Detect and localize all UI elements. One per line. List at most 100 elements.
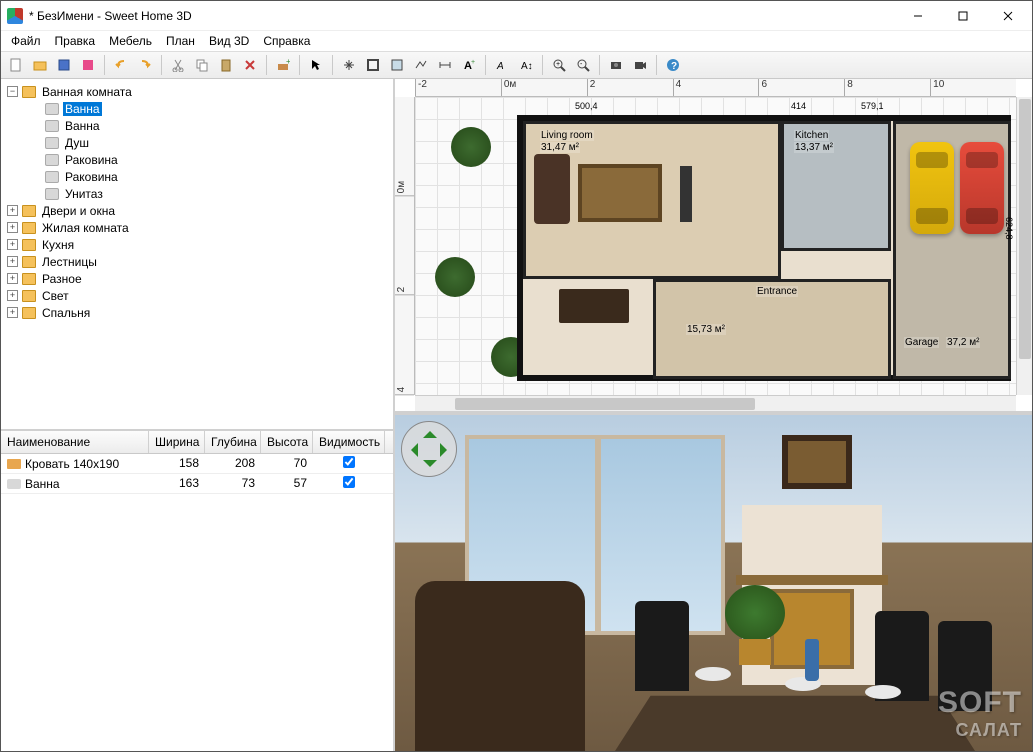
create-dimension-icon[interactable]: [434, 54, 456, 76]
tv-icon[interactable]: [680, 166, 692, 222]
expand-icon[interactable]: +: [7, 256, 18, 267]
new-file-icon[interactable]: [5, 54, 27, 76]
copy-icon[interactable]: [191, 54, 213, 76]
scroll-thumb[interactable]: [1019, 99, 1031, 359]
zoom-in-icon[interactable]: +: [548, 54, 570, 76]
car-yellow-icon[interactable]: [910, 142, 954, 234]
furniture-catalog-tree[interactable]: − Ванная комната Ванна Ванна Душ Раковин…: [1, 79, 393, 431]
tree-category[interactable]: +Лестницы: [3, 253, 391, 270]
minimize-button[interactable]: [895, 2, 940, 30]
dining-table-icon[interactable]: [559, 289, 629, 323]
open-folder-icon[interactable]: [29, 54, 51, 76]
plan-view[interactable]: -2 0м 2 4 6 8 10 0м 2 4 500,4 414 579,1: [395, 79, 1032, 415]
zoom-out-icon[interactable]: -: [572, 54, 594, 76]
create-polyline-icon[interactable]: [410, 54, 432, 76]
redo-icon[interactable]: [134, 54, 156, 76]
tree-category[interactable]: +Свет: [3, 287, 391, 304]
tree-category[interactable]: +Спальня: [3, 304, 391, 321]
plant-icon[interactable]: [435, 257, 475, 297]
folder-icon: [22, 86, 36, 98]
ruler-tick: 0м: [395, 97, 414, 196]
rug-icon[interactable]: [578, 164, 662, 222]
house-outline[interactable]: Living room 31,47 м² Kitchen 13,37 м² Ga…: [517, 115, 1011, 381]
room-garage[interactable]: Garage 37,2 м²: [893, 121, 1011, 379]
text-bold-icon[interactable]: A: [491, 54, 513, 76]
tree-item[interactable]: Ванна: [3, 117, 391, 134]
close-button[interactable]: [985, 2, 1030, 30]
separator: [656, 55, 657, 75]
menu-3dview[interactable]: Вид 3D: [203, 32, 255, 50]
text-italic-icon[interactable]: A↕: [515, 54, 537, 76]
save-icon[interactable]: [53, 54, 75, 76]
delete-icon[interactable]: [239, 54, 261, 76]
visible-checkbox[interactable]: [343, 456, 355, 468]
collapse-icon[interactable]: −: [7, 86, 18, 97]
folder-icon: [22, 222, 36, 234]
tree-item[interactable]: Унитаз: [3, 185, 391, 202]
expand-icon[interactable]: +: [7, 205, 18, 216]
3d-view[interactable]: SOFT САЛАТ: [395, 415, 1032, 751]
room-kitchen[interactable]: Kitchen 13,37 м²: [781, 121, 891, 251]
add-text-icon[interactable]: A+: [458, 54, 480, 76]
table-row[interactable]: Кровать 140x190 158 208 70: [1, 454, 393, 474]
tree-item[interactable]: Душ: [3, 134, 391, 151]
expand-icon[interactable]: +: [7, 290, 18, 301]
folder-icon: [22, 256, 36, 268]
car-red-icon[interactable]: [960, 142, 1004, 234]
scrollbar-horizontal[interactable]: [415, 395, 1016, 411]
maximize-button[interactable]: [940, 2, 985, 30]
tree-category[interactable]: +Жилая комната: [3, 219, 391, 236]
col-width[interactable]: Ширина: [149, 431, 205, 453]
scroll-thumb[interactable]: [455, 398, 755, 410]
toolbar: + A+ A A↕ + - ?: [1, 51, 1032, 79]
tree-item[interactable]: Раковина: [3, 168, 391, 185]
tree-category[interactable]: +Двери и окна: [3, 202, 391, 219]
col-visible[interactable]: Видимость: [313, 431, 385, 453]
nav-up-icon[interactable]: [423, 424, 437, 438]
room-entrance[interactable]: Entrance 15,73 м²: [653, 279, 891, 379]
col-name[interactable]: Наименование: [1, 431, 149, 453]
nav-left-icon[interactable]: [404, 443, 418, 457]
create-photo-icon[interactable]: [605, 54, 627, 76]
create-video-icon[interactable]: [629, 54, 651, 76]
undo-icon[interactable]: [110, 54, 132, 76]
table-row[interactable]: Ванна 163 73 57: [1, 474, 393, 494]
svg-text:?: ?: [671, 61, 677, 72]
tree-category[interactable]: − Ванная комната: [3, 83, 391, 100]
furniture-icon: [45, 120, 59, 132]
3d-nav-pad[interactable]: [401, 421, 457, 477]
visible-checkbox[interactable]: [343, 476, 355, 488]
menu-edit[interactable]: Правка: [49, 32, 102, 50]
col-height[interactable]: Высота: [261, 431, 313, 453]
menu-plan[interactable]: План: [160, 32, 201, 50]
sofa-icon[interactable]: [534, 154, 570, 224]
tree-item[interactable]: Раковина: [3, 151, 391, 168]
menu-file[interactable]: Файл: [5, 32, 47, 50]
tree-item[interactable]: Ванна: [3, 100, 391, 117]
tree-category[interactable]: +Кухня: [3, 236, 391, 253]
pan-icon[interactable]: [338, 54, 360, 76]
tree-category[interactable]: +Разное: [3, 270, 391, 287]
room-living[interactable]: Living room 31,47 м²: [523, 121, 781, 279]
folder-icon: [22, 307, 36, 319]
paste-icon[interactable]: [215, 54, 237, 76]
select-icon[interactable]: [305, 54, 327, 76]
create-room-icon[interactable]: [386, 54, 408, 76]
expand-icon[interactable]: +: [7, 222, 18, 233]
col-depth[interactable]: Глубина: [205, 431, 261, 453]
help-icon[interactable]: ?: [662, 54, 684, 76]
create-walls-icon[interactable]: [362, 54, 384, 76]
expand-icon[interactable]: +: [7, 239, 18, 250]
add-furniture-icon[interactable]: +: [272, 54, 294, 76]
preferences-icon[interactable]: [77, 54, 99, 76]
nav-right-icon[interactable]: [440, 443, 454, 457]
plan-canvas[interactable]: 500,4 414 579,1 Living room 31,47 м² Kit…: [415, 97, 1016, 395]
menu-furniture[interactable]: Мебель: [103, 32, 158, 50]
plant-icon[interactable]: [451, 127, 491, 167]
expand-icon[interactable]: +: [7, 307, 18, 318]
cut-icon[interactable]: [167, 54, 189, 76]
scrollbar-vertical[interactable]: [1016, 97, 1032, 395]
menu-help[interactable]: Справка: [257, 32, 316, 50]
expand-icon[interactable]: +: [7, 273, 18, 284]
nav-down-icon[interactable]: [423, 460, 437, 474]
